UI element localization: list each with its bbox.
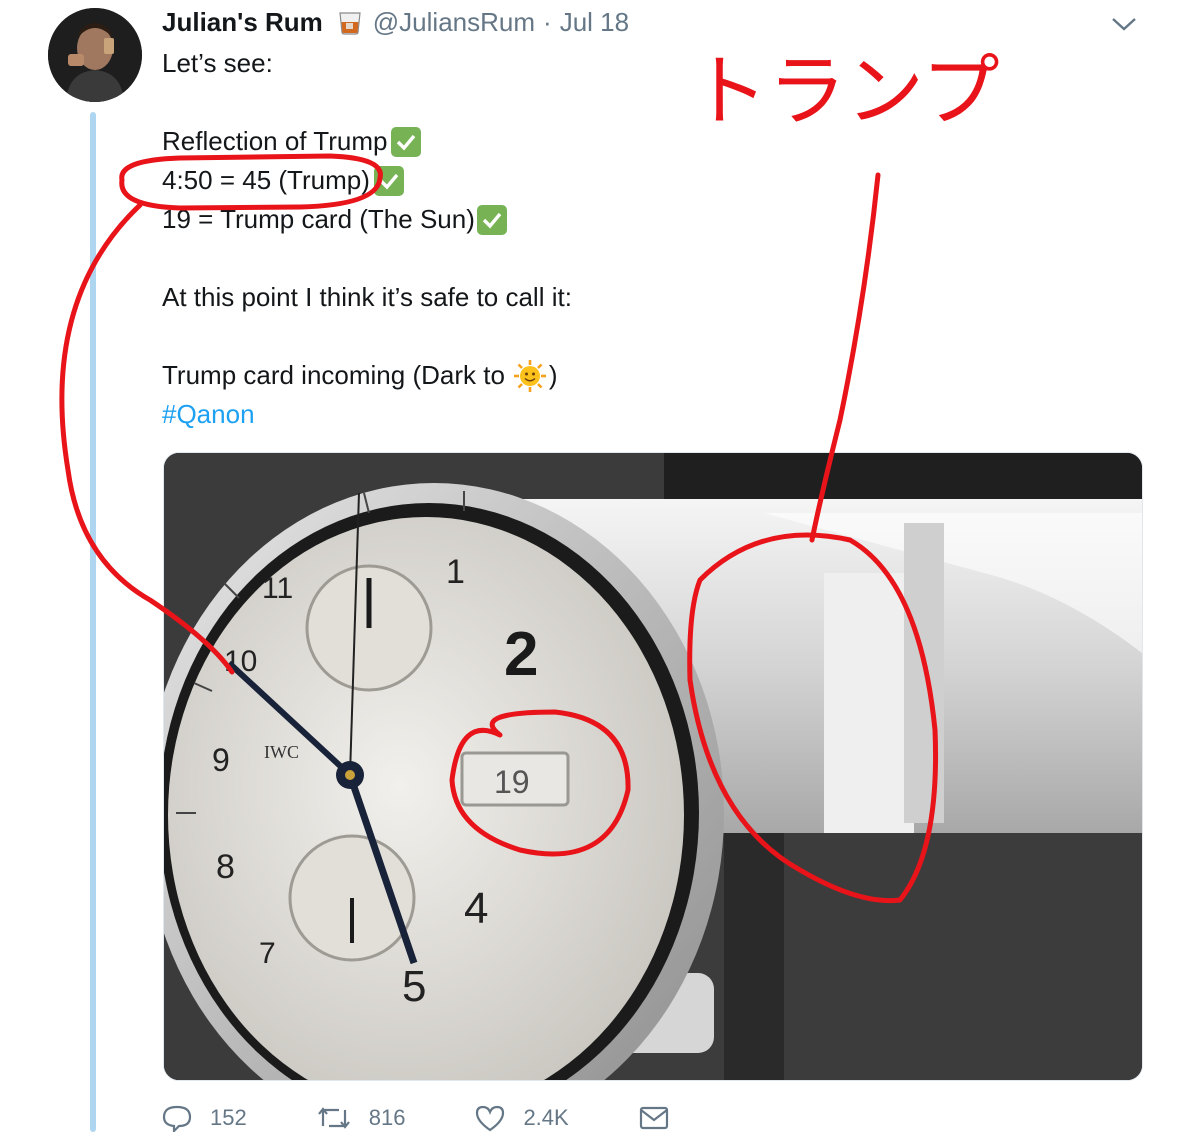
text-line: #Qanon (162, 395, 1062, 434)
like-count: 2.4K (523, 1105, 569, 1130)
check-mark-icon (373, 165, 404, 196)
dial-numeral: 4 (464, 884, 488, 933)
hashtag-link[interactable]: #Qanon (162, 395, 255, 434)
separator-dot: · (543, 6, 552, 37)
dial-numeral: 9 (212, 742, 230, 778)
thread-line (90, 112, 96, 1132)
text-line: Reflection of Trump (162, 122, 1062, 161)
text-fragment: ) (548, 360, 558, 390)
tweet-actions: 152 816 2.4K (162, 1098, 722, 1138)
dial-numeral: 11 (262, 572, 293, 605)
dial-numeral: 7 (259, 937, 276, 970)
rum-glass-icon (339, 12, 361, 35)
text-fragment: Reflection of Trump (162, 126, 388, 156)
text-line: 4:50 = 45 (Trump) (162, 161, 1062, 200)
brand-logo: IWC (264, 742, 299, 762)
retweet-count: 816 (368, 1105, 406, 1130)
date-window: 19 (494, 764, 530, 800)
dial-numeral: 8 (216, 848, 235, 886)
tweet-photo[interactable]: 11 1 2 10 9 8 7 5 4 IWC 19 (163, 452, 1143, 1081)
sun-with-face-icon (513, 359, 546, 392)
reply-count: 152 (210, 1105, 247, 1130)
chevron-down-icon[interactable] (1110, 14, 1138, 34)
text-fragment: 19 = Trump card (The Sun) (162, 204, 475, 234)
text-fragment: 4:50 = 45 (Trump) (162, 165, 370, 195)
text-line: 19 = Trump card (The Sun) (162, 200, 1062, 239)
tweet-date[interactable]: Jul 18 (560, 7, 629, 38)
avatar[interactable] (48, 8, 142, 102)
text-line: Let’s see: (162, 48, 273, 78)
user-handle[interactable]: @JuliansRum (373, 7, 535, 38)
envelope-icon (639, 1106, 668, 1130)
text-fragment: Trump card incoming (Dark to (162, 360, 505, 390)
tweet-body: Let’s see: Reflection of Trump 4:50 = 45… (162, 44, 1062, 434)
check-mark-icon (476, 204, 507, 235)
dial-numeral: 2 (504, 620, 538, 689)
dial-numeral: 1 (446, 553, 465, 591)
check-mark-icon (391, 126, 422, 157)
text-line: At this point I think it’s safe to call … (162, 282, 572, 312)
tweet-header: Julian's Rum @JuliansRum · Jul 18 (162, 4, 629, 40)
text-line: Trump card incoming (Dark to ) (162, 356, 1062, 395)
direct-message-button[interactable] (639, 1105, 687, 1131)
display-name[interactable]: Julian's Rum (162, 7, 323, 38)
dial-numeral: 5 (402, 962, 426, 1011)
